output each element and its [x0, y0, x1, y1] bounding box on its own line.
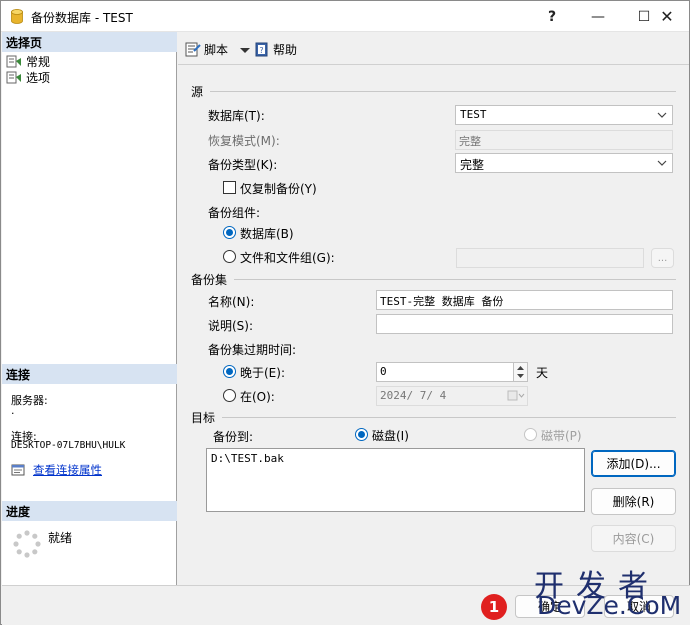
expire-on-radio[interactable] [223, 389, 236, 402]
component-database-radio[interactable] [223, 226, 236, 239]
days-unit-label: 天 [536, 366, 549, 380]
database-select[interactable]: TEST [455, 105, 673, 125]
description-label: 说明(S): [208, 319, 254, 333]
backup-type-select[interactable]: 完整 [455, 153, 673, 173]
svg-text:?: ? [259, 46, 263, 55]
backup-to-tape-label: 磁带(P) [541, 429, 582, 443]
progress-header: 进度 [2, 501, 177, 521]
section-divider [234, 279, 676, 280]
server-value: . [11, 404, 15, 417]
days-spinner[interactable] [513, 363, 527, 381]
expire-after-label: 晚于(E): [240, 366, 285, 380]
window-title: 备份数据库 - TEST [31, 11, 133, 25]
page-icon [6, 71, 21, 83]
backup-to-disk-radio[interactable] [355, 428, 368, 441]
section-divider [222, 417, 676, 418]
script-icon [185, 42, 201, 57]
step-badge: 1 [481, 594, 507, 620]
watermark-en: DevZe.CoM [537, 591, 682, 620]
database-label: 数据库(T): [208, 109, 265, 123]
source-section-title: 源 [191, 85, 204, 99]
expire-date-picker: 2024/ 7/ 4 [376, 386, 528, 406]
page-item-general[interactable]: 常规 [6, 54, 50, 69]
filegroup-browse-button[interactable]: ... [651, 248, 674, 268]
help-toolbar-button[interactable]: ? 帮助 [254, 41, 297, 58]
backup-to-disk-label: 磁盘(I) [372, 429, 409, 443]
script-button[interactable]: 脚本 [185, 41, 255, 58]
properties-icon [11, 464, 25, 476]
name-label: 名称(N): [208, 295, 255, 309]
copy-only-checkbox[interactable] [223, 181, 236, 194]
select-page-header: 选择页 [2, 32, 177, 52]
copy-only-label: 仅复制备份(Y) [240, 182, 317, 196]
filegroup-field [456, 248, 644, 268]
database-icon [11, 9, 23, 24]
list-item[interactable]: D:\TEST.bak [211, 452, 580, 465]
contents-button[interactable]: 内容(C) [591, 525, 676, 552]
backup-to-tape-radio[interactable] [524, 428, 537, 441]
expire-after-radio[interactable] [223, 365, 236, 378]
backup-name-input[interactable]: TEST-完整 数据库 备份 [376, 290, 673, 310]
backup-set-section-title: 备份集 [191, 273, 228, 287]
backup-database-window: 备份数据库 - TEST ? — ☐ ✕ 选择页 常规 选项 连接 服务器: . [0, 0, 690, 625]
remove-destination-button[interactable]: 删除(R) [591, 488, 676, 515]
close-button[interactable]: ✕ [645, 1, 689, 32]
chevron-down-icon [657, 160, 667, 166]
page-icon [6, 55, 21, 67]
title-bar: 备份数据库 - TEST ? — ☐ ✕ [1, 1, 689, 32]
backup-component-label: 备份组件: [208, 206, 261, 220]
recovery-model-label: 恢复模式(M): [208, 134, 280, 148]
progress-status: 就绪 [48, 531, 73, 545]
add-destination-button[interactable]: 添加(D)... [591, 450, 676, 477]
component-files-label: 文件和文件组(G): [240, 251, 335, 265]
help-button[interactable]: ? [529, 1, 575, 32]
chevron-down-icon[interactable] [238, 45, 252, 55]
chevron-down-icon [657, 112, 667, 118]
connection-value: DESKTOP-07L7BHU\HULK [11, 440, 126, 451]
view-connection-properties-link[interactable]: 查看连接属性 [11, 462, 102, 478]
page-item-options[interactable]: 选项 [6, 70, 50, 85]
page-item-label: 常规 [26, 55, 51, 69]
backup-type-label: 备份类型(K): [208, 158, 278, 172]
page-item-label: 选项 [26, 71, 51, 85]
progress-spinner-icon [13, 530, 41, 558]
general-page-content: 源 数据库(T): TEST 恢复模式(M): 完整 备份类型(K): 完整 仅… [178, 65, 689, 585]
watermark: 开发者 DevZe.CoM [534, 561, 684, 623]
server-label: 服务器: [11, 394, 48, 407]
destination-list[interactable]: D:\TEST.bak [206, 448, 585, 512]
backup-to-label: 备份到: [213, 430, 254, 444]
expiration-label: 备份集过期时间: [208, 343, 297, 357]
script-label: 脚本 [204, 43, 229, 57]
calendar-dropdown-icon [507, 390, 525, 401]
section-divider [210, 91, 676, 92]
help-label: 帮助 [273, 43, 298, 57]
expire-on-label: 在(O): [240, 390, 275, 404]
expire-days-input[interactable]: 0 [376, 362, 528, 382]
help-book-icon: ? [255, 42, 268, 57]
destination-section-title: 目标 [191, 411, 216, 425]
recovery-model-field: 完整 [455, 130, 673, 150]
connection-header: 连接 [2, 364, 177, 384]
component-files-radio[interactable] [223, 250, 236, 263]
minimize-button[interactable]: — [575, 1, 621, 32]
left-pane: 选择页 常规 选项 连接 服务器: . 连接: DESKTOP-07L7BHU\… [2, 32, 177, 585]
view-connection-link-text: 查看连接属性 [33, 463, 102, 477]
toolbar: 脚本 ? 帮助 [178, 32, 689, 65]
backup-description-input[interactable] [376, 314, 673, 334]
spinner-arrows-icon [517, 366, 524, 378]
component-database-label: 数据库(B) [240, 227, 294, 241]
